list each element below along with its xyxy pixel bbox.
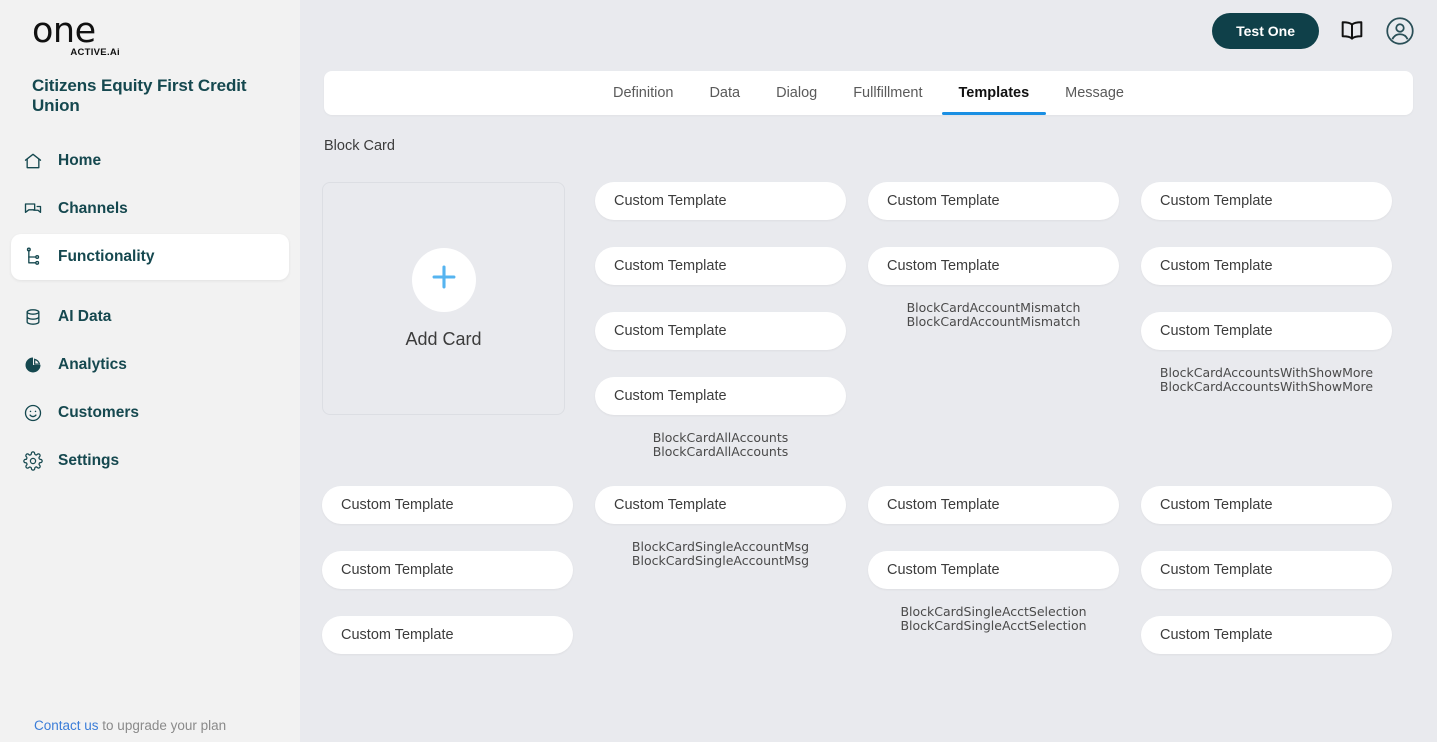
tab-templates[interactable]: Templates bbox=[941, 71, 1048, 115]
sidebar-item-settings[interactable]: Settings bbox=[11, 438, 289, 484]
sidebar-item-analytics[interactable]: Analytics bbox=[11, 342, 289, 388]
caption-line: BlockCardAccountMismatch bbox=[906, 300, 1081, 315]
template-card[interactable]: Custom Template bbox=[595, 182, 846, 220]
template-card[interactable]: Custom Template bbox=[1141, 312, 1392, 350]
tab-dialog[interactable]: Dialog bbox=[758, 71, 835, 115]
template-card[interactable]: Custom Template bbox=[322, 486, 573, 524]
template-card[interactable]: Custom Template bbox=[868, 182, 1119, 220]
template-group-add-card: Add Card bbox=[322, 182, 595, 458]
template-group-caption: BlockCardSingleAccountMsg BlockCardSingl… bbox=[595, 540, 846, 567]
template-group-single-acct-selection: Custom Template Custom Template BlockCar… bbox=[868, 486, 1141, 681]
sidebar-item-label: Channels bbox=[58, 200, 128, 217]
main-content: Test One Definition Data Dialog Fullfill… bbox=[300, 0, 1437, 742]
test-one-button[interactable]: Test One bbox=[1212, 13, 1319, 49]
caption-line: BlockCardAccountsWithShowMore bbox=[1159, 378, 1374, 394]
sidebar-item-label: AI Data bbox=[58, 308, 112, 325]
chat-bubbles-icon bbox=[22, 198, 44, 220]
template-card[interactable]: Custom Template bbox=[1141, 182, 1392, 220]
home-icon bbox=[22, 150, 44, 172]
brand-logo[interactable]: one ACTIVE.Ai bbox=[0, 0, 300, 62]
caption-line: BlockCardAllAccounts bbox=[652, 443, 789, 459]
template-card[interactable]: Custom Template bbox=[1141, 616, 1392, 654]
sidebar-item-functionality[interactable]: Functionality bbox=[11, 234, 289, 280]
top-header-bar: Test One bbox=[300, 0, 1437, 62]
template-group-caption: BlockCardAllAccounts BlockCardAllAccount… bbox=[595, 431, 846, 458]
tab-message[interactable]: Message bbox=[1047, 71, 1142, 115]
template-card[interactable]: Custom Template bbox=[595, 377, 846, 415]
page-title: Block Card bbox=[324, 138, 395, 154]
template-card[interactable]: Custom Template bbox=[595, 312, 846, 350]
template-card[interactable]: Custom Template bbox=[595, 247, 846, 285]
template-group-account-mismatch: Custom Template Custom Template BlockCar… bbox=[868, 182, 1141, 458]
template-card[interactable]: Custom Template bbox=[1141, 486, 1392, 524]
template-card[interactable]: Custom Template bbox=[595, 486, 846, 524]
sidebar-item-ai-data[interactable]: AI Data bbox=[11, 294, 289, 340]
template-group-accounts-show-more: Custom Template Custom Template Custom T… bbox=[1141, 182, 1414, 458]
template-card[interactable]: Custom Template bbox=[1141, 247, 1392, 285]
tab-fullfillment[interactable]: Fullfillment bbox=[835, 71, 940, 115]
caption-line: BlockCardSingleAccountMsg bbox=[631, 552, 810, 568]
contact-us-link[interactable]: Contact us bbox=[34, 718, 99, 733]
sidebar-item-home[interactable]: Home bbox=[11, 138, 289, 184]
add-card-button[interactable]: Add Card bbox=[322, 182, 565, 415]
caption-line: BlockCardSingleAccountMsg bbox=[631, 539, 810, 554]
caption-line: BlockCardAllAccounts bbox=[652, 430, 789, 445]
tab-data[interactable]: Data bbox=[691, 71, 758, 115]
app-root: one ACTIVE.Ai Citizens Equity First Cred… bbox=[0, 0, 1437, 742]
upgrade-plan-note: Contact us to upgrade your plan bbox=[34, 718, 226, 733]
sidebar-item-label: Customers bbox=[58, 404, 139, 421]
sidebar-item-label: Functionality bbox=[58, 248, 155, 265]
smiley-face-icon bbox=[22, 402, 44, 424]
template-card[interactable]: Custom Template bbox=[868, 486, 1119, 524]
sidebar-nav: Home Channels Functionality AI Data Anal… bbox=[0, 138, 300, 486]
organization-name: Citizens Equity First Credit Union bbox=[32, 76, 247, 115]
caption-line: BlockCardAccountMismatch bbox=[906, 313, 1081, 329]
database-icon bbox=[22, 306, 44, 328]
caption-line: BlockCardSingleAcctSelection bbox=[900, 617, 1087, 633]
template-group-single-account-msg: Custom Template BlockCardSingleAccountMs… bbox=[595, 486, 868, 681]
template-card[interactable]: Custom Template bbox=[868, 551, 1119, 589]
tab-definition[interactable]: Definition bbox=[595, 71, 691, 115]
sidebar-item-channels[interactable]: Channels bbox=[11, 186, 289, 232]
template-group-caption: BlockCardSingleAcctSelection BlockCardSi… bbox=[868, 605, 1119, 632]
template-card[interactable]: Custom Template bbox=[322, 551, 573, 589]
template-group-caption: BlockCardAccountMismatch BlockCardAccoun… bbox=[868, 301, 1119, 328]
add-card-label: Add Card bbox=[405, 328, 482, 349]
template-group-caption: BlockCardAccountsWithShowMore BlockCardA… bbox=[1141, 366, 1392, 393]
caption-line: BlockCardAccountsWithShowMore bbox=[1159, 365, 1374, 380]
logo-subtext: ACTIVE.Ai bbox=[70, 47, 120, 58]
template-card[interactable]: Custom Template bbox=[322, 616, 573, 654]
template-card[interactable]: Custom Template bbox=[1141, 551, 1392, 589]
pie-chart-icon bbox=[22, 354, 44, 376]
logo-wordmark: one bbox=[32, 11, 96, 51]
template-group-row2-col1: Custom Template Custom Template Custom T… bbox=[322, 486, 595, 681]
upgrade-plan-text: to upgrade your plan bbox=[98, 718, 227, 733]
sidebar-item-customers[interactable]: Customers bbox=[11, 390, 289, 436]
book-icon[interactable] bbox=[1337, 17, 1367, 45]
tab-bar: Definition Data Dialog Fullfillment Temp… bbox=[324, 71, 1413, 115]
sidebar-item-label: Settings bbox=[58, 452, 120, 469]
template-group-row2-col4: Custom Template Custom Template Custom T… bbox=[1141, 486, 1414, 681]
plus-icon bbox=[427, 260, 461, 299]
gear-icon bbox=[22, 450, 44, 472]
user-account-icon[interactable] bbox=[1385, 16, 1415, 46]
templates-grid: Add Card Custom Template Custom Template… bbox=[300, 182, 1437, 681]
sidebar: one ACTIVE.Ai Citizens Equity First Cred… bbox=[0, 0, 300, 742]
template-group-all-accounts: Custom Template Custom Template Custom T… bbox=[595, 182, 868, 458]
sidebar-item-label: Home bbox=[58, 152, 102, 169]
add-card-circle bbox=[411, 247, 476, 312]
sidebar-item-label: Analytics bbox=[58, 356, 127, 373]
caption-line: BlockCardSingleAcctSelection bbox=[900, 604, 1087, 619]
template-card[interactable]: Custom Template bbox=[868, 247, 1119, 285]
node-tree-icon bbox=[22, 246, 44, 268]
